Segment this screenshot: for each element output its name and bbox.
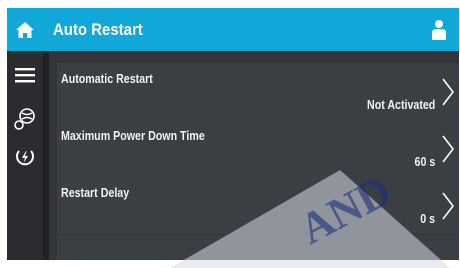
user-icon	[432, 19, 446, 40]
setting-row-maximum-power-down-time[interactable]: Maximum Power Down Time 60 s	[57, 120, 459, 177]
setting-row-restart-delay[interactable]: Restart Delay 0 s	[57, 177, 459, 234]
chevron-right-icon	[442, 135, 455, 163]
setting-label: Restart Delay	[61, 185, 130, 200]
setting-value: 0 s	[420, 211, 435, 226]
power-restart-icon	[16, 150, 34, 166]
fan-button[interactable]	[7, 101, 43, 137]
chevron-right-icon	[442, 78, 455, 106]
setting-value: Not Activated	[366, 97, 435, 112]
home-icon	[16, 21, 34, 38]
setting-label: Maximum Power Down Time	[61, 128, 205, 143]
menu-button[interactable]	[7, 57, 43, 93]
page-title: Auto Restart	[53, 20, 143, 39]
side-nav	[7, 51, 43, 260]
home-button[interactable]	[7, 8, 43, 51]
header-bar: Auto Restart	[7, 8, 459, 51]
settings-panel: Automatic Restart Not Activated Maximum …	[49, 51, 459, 260]
setting-row-automatic-restart[interactable]: Automatic Restart Not Activated	[57, 63, 459, 120]
fan-icon	[14, 108, 35, 130]
setting-label: Automatic Restart	[61, 71, 153, 86]
setting-value: 60 s	[414, 154, 435, 169]
power-restart-button[interactable]	[7, 139, 43, 175]
controller-screen: Auto Restart Automatic Restart Not Activ…	[7, 8, 459, 260]
user-button[interactable]	[425, 8, 453, 51]
empty-row	[57, 235, 459, 260]
chevron-right-icon	[442, 192, 455, 220]
menu-icon	[15, 68, 35, 83]
